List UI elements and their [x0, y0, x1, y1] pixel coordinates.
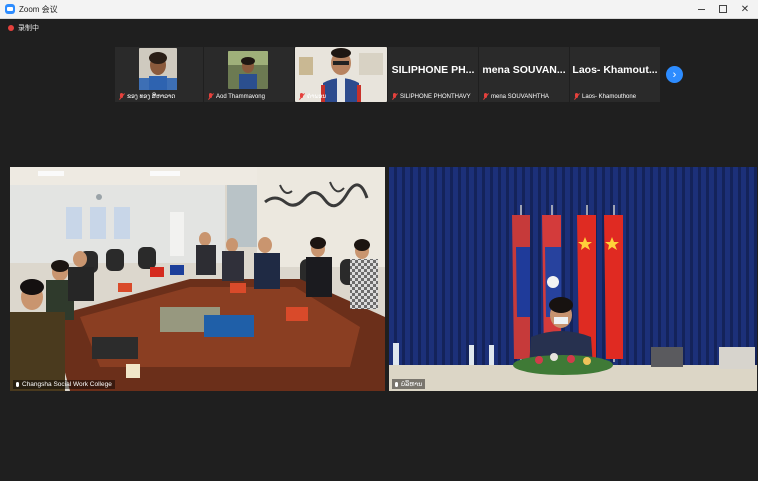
- recording-indicator[interactable]: 录制中: [8, 23, 39, 33]
- zoom-logo-icon: [5, 4, 15, 14]
- mic-icon: [16, 382, 19, 387]
- maximize-button[interactable]: [712, 0, 734, 18]
- minimize-button[interactable]: [690, 0, 712, 18]
- participant-name: Laos- Khamouthone: [574, 93, 636, 100]
- participant-thumbnail[interactable]: ຄຳພອນ: [295, 47, 387, 102]
- participant-name: mena SOUVANHTHA: [483, 93, 549, 100]
- video-label: Changsha Social Work College: [13, 380, 115, 389]
- participant-display-name: SILIPHONE PH...: [391, 64, 475, 76]
- participant-video: [139, 48, 177, 90]
- mic-icon: [395, 381, 398, 387]
- mic-muted-icon: [299, 93, 304, 100]
- participant-display-name: mena SOUVAN...: [482, 64, 566, 76]
- video-tile-right[interactable]: ບໍລິຫານ: [389, 167, 757, 391]
- participant-thumbnail[interactable]: ຂອງ ທອງ ສີຫາລາດ: [115, 47, 203, 102]
- chevron-right-icon: ›: [672, 68, 677, 81]
- video-tile-left[interactable]: Changsha Social Work College: [10, 167, 385, 391]
- participant-thumbnail[interactable]: mena SOUVAN... mena SOUVANHTHA: [479, 47, 569, 102]
- maximize-icon: [719, 5, 727, 13]
- participant-name: SILIPHONE PHONTHAVY: [392, 93, 471, 100]
- participant-name: Aod Thammavong: [208, 93, 265, 100]
- official-meeting-video: [389, 167, 757, 391]
- mic-muted-icon: [483, 93, 488, 100]
- record-icon: [8, 25, 14, 31]
- video-label: ບໍລິຫານ: [392, 379, 426, 389]
- close-button[interactable]: ✕: [734, 0, 756, 18]
- close-icon: ✕: [740, 3, 750, 15]
- window-title: Zoom 会议: [19, 4, 58, 14]
- participant-thumbnail[interactable]: Aod Thammavong: [204, 47, 294, 102]
- mic-muted-icon: [392, 93, 397, 100]
- conference-room-video: [10, 167, 385, 391]
- participant-thumbnail[interactable]: SILIPHONE PH... SILIPHONE PHONTHAVY: [388, 47, 478, 102]
- minimize-icon: [697, 8, 705, 10]
- title-bar: Zoom 会议 ✕: [0, 0, 758, 19]
- mic-muted-icon: [574, 93, 579, 100]
- participant-name: ຄຳພອນ: [299, 93, 326, 100]
- participant-video: [228, 51, 268, 89]
- participant-name: ຂອງ ທອງ ສີຫາລາດ: [119, 93, 175, 100]
- mic-muted-icon: [119, 93, 124, 100]
- participant-display-name: Laos- Khamout...: [572, 64, 658, 76]
- next-page-button[interactable]: ›: [666, 66, 683, 83]
- recording-label: 录制中: [18, 25, 39, 32]
- mic-muted-icon: [208, 93, 213, 100]
- participant-thumbnail[interactable]: Laos- Khamout... Laos- Khamouthone: [570, 47, 660, 102]
